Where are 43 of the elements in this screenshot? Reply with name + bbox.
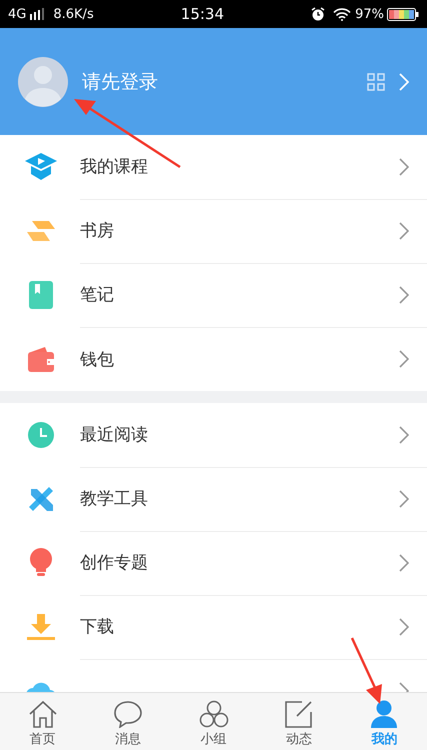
tab[interactable]: 动态 [256,693,342,750]
clock-icon [27,421,55,449]
menu-item[interactable]: 笔记 [0,263,427,327]
menu-item[interactable]: 钱包 [0,327,427,391]
menu-item[interactable]: 教学工具 [0,467,427,531]
network-type: 4G [8,6,26,22]
lightbulb-icon [29,548,53,578]
tab[interactable]: 小组 [170,693,256,750]
layers-icon [26,219,56,243]
battery-percentage: 97% [355,6,384,22]
menu-item[interactable]: 最近阅读 [0,403,427,467]
menu-item[interactable]: 创作专题 [0,531,427,595]
circles-icon [198,700,229,728]
download-icon [27,613,55,641]
tab[interactable]: 消息 [85,693,171,750]
battery-icon [387,8,419,20]
person-icon [369,700,400,728]
chevron-icon [399,158,409,176]
menu-item[interactable]: 书房 [0,199,427,263]
chat-bubble-icon [113,700,144,728]
chevron-icon [399,490,409,508]
clock-time: 15:34 [180,5,224,23]
home-icon [28,700,58,728]
chevron-icon [399,618,409,636]
chevron-icon [399,72,409,90]
chevron-icon [399,286,409,304]
chevron-icon [399,426,409,444]
menu-item[interactable]: 我的课程 [0,135,427,199]
alarm-icon [311,7,326,21]
avatar-icon[interactable] [18,56,68,106]
graduation-cap-icon [24,152,58,182]
wallet-icon [28,346,54,372]
wifi-icon [333,8,352,20]
notebook-icon [29,281,53,309]
tab[interactable]: 首页 [0,693,86,750]
annotation-arrow [350,636,384,706]
menu-item[interactable]: 下载 [0,595,427,659]
edit-icon [284,700,314,728]
chevron-icon [399,222,409,240]
qr-code-icon[interactable] [367,72,385,90]
network-speed: 8.6K/s [53,6,94,22]
chevron-icon [399,350,409,368]
chevron-icon [399,554,409,572]
